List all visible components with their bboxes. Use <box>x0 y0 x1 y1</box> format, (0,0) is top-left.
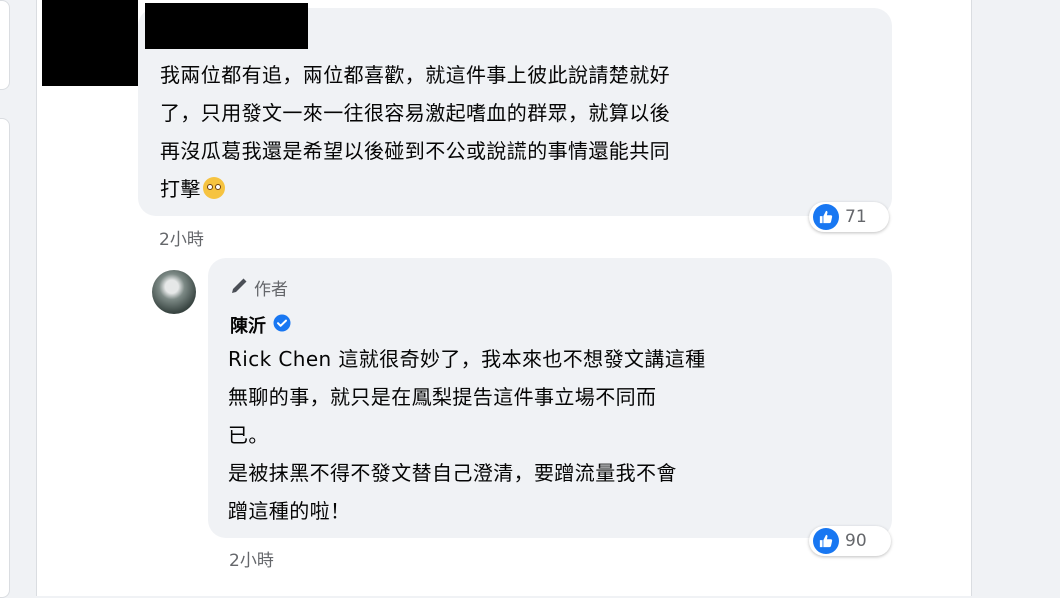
like-icon <box>813 528 839 554</box>
pleading-face-emoji <box>202 177 225 199</box>
reply-author: 陳沂 <box>230 312 291 338</box>
redacted-avatar <box>42 0 138 86</box>
verified-badge-icon <box>273 314 291 336</box>
reaction-count: 90 <box>845 531 867 551</box>
reply-timestamp[interactable]: 2小時 <box>229 546 274 571</box>
comment-text: 我兩位都有追，兩位都喜歡，就這件事上彼此說請楚就好 了，只用發文一來一往很容易激… <box>160 63 670 201</box>
author-avatar[interactable] <box>152 270 196 314</box>
left-card-edge <box>0 118 10 598</box>
pencil-icon <box>230 277 248 299</box>
left-card-edge <box>0 0 10 90</box>
redacted-commenter-name <box>145 3 308 49</box>
comment-timestamp[interactable]: 2小時 <box>159 225 204 250</box>
like-icon <box>813 204 839 230</box>
author-name[interactable]: 陳沂 <box>230 312 266 338</box>
reaction-count: 71 <box>845 207 867 227</box>
author-badge-label: 作者 <box>254 280 288 300</box>
author-badge: 作者 <box>230 275 288 300</box>
reply-text: Rick Chen 這就很奇妙了，我本來也不想發文講這種 無聊的事，就只是在鳳梨… <box>228 347 706 523</box>
reaction-summary[interactable]: 71 <box>809 202 889 232</box>
reaction-summary[interactable]: 90 <box>809 526 891 556</box>
